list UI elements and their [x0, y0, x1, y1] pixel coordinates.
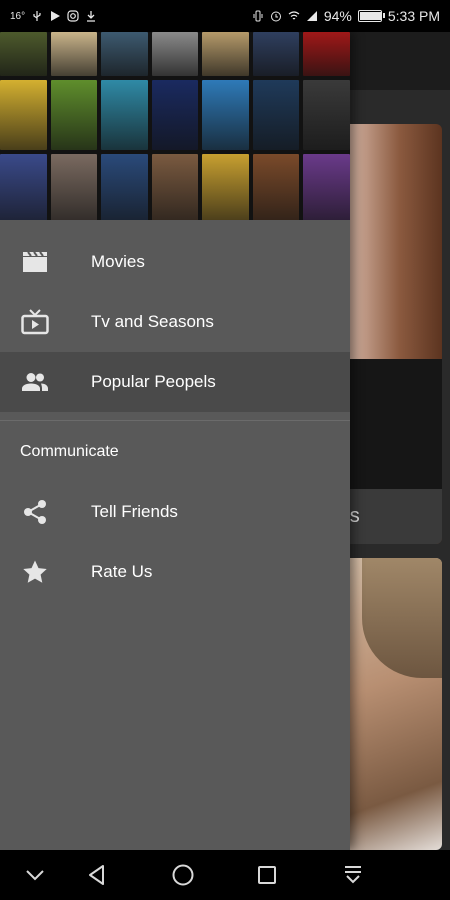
share-icon	[21, 498, 49, 526]
people-icon	[21, 368, 49, 396]
menu-item-rate-us[interactable]: Rate Us	[0, 542, 350, 602]
movie-clapper-icon	[21, 248, 49, 276]
movie-poster-thumbnail	[0, 32, 47, 76]
movie-poster-thumbnail	[50, 32, 98, 76]
movie-poster-thumbnail	[303, 154, 350, 220]
person-photo-detail	[362, 558, 442, 678]
menu-item-movies[interactable]: Movies	[0, 232, 350, 292]
menu-label: Rate Us	[91, 562, 153, 581]
instagram-icon	[67, 10, 79, 22]
alarm-icon	[270, 11, 281, 22]
drawer-header-posters	[0, 32, 350, 220]
drawer-divider	[0, 420, 350, 421]
movie-poster-thumbnail	[202, 154, 249, 220]
usb-icon	[33, 11, 41, 21]
movie-poster-thumbnail	[50, 80, 98, 150]
battery-fill	[359, 12, 381, 20]
movie-poster-thumbnail	[101, 32, 148, 76]
section-title-communicate: Communicate	[20, 443, 119, 460]
wifi-icon	[288, 11, 300, 20]
movie-poster-thumbnail	[252, 32, 300, 76]
movie-poster-thumbnail	[151, 154, 199, 220]
movie-poster-thumbnail	[252, 80, 300, 150]
status-right: 94% 5:33 PM	[252, 8, 440, 24]
movie-poster-thumbnail	[101, 80, 148, 150]
status-bar: 16° 94% 5:33 PM	[0, 0, 450, 32]
navigation-drawer: Movies Tv and Seasons Popular Peopels Co…	[0, 32, 350, 850]
back-icon[interactable]	[84, 862, 110, 888]
star-icon	[21, 558, 49, 586]
menu-label: Popular Peopels	[91, 372, 216, 391]
menu-label: Movies	[91, 252, 145, 271]
movie-poster-thumbnail	[0, 154, 47, 220]
movie-poster-thumbnail	[151, 32, 199, 76]
battery-icon	[357, 10, 385, 22]
battery-percent: 94%	[323, 8, 352, 24]
status-left: 16°	[10, 10, 97, 22]
menu-item-popular-people[interactable]: Popular Peopels	[0, 352, 350, 412]
recents-icon[interactable]	[254, 862, 280, 888]
movie-poster-thumbnail	[101, 154, 148, 220]
download-icon	[87, 11, 96, 22]
movie-poster-thumbnail	[202, 32, 249, 76]
play-icon	[51, 11, 61, 21]
movie-poster-thumbnail	[252, 154, 300, 220]
menu-item-tell-friends[interactable]: Tell Friends	[0, 482, 350, 542]
menu-label: Tell Friends	[91, 502, 178, 521]
system-nav-bar	[0, 850, 450, 900]
temperature-text: 16°	[10, 10, 26, 22]
movie-poster-thumbnail	[151, 80, 199, 150]
movie-poster-thumbnail	[50, 154, 98, 220]
notification-pull-icon[interactable]	[340, 862, 366, 888]
signal-icon	[306, 11, 317, 21]
movie-poster-thumbnail	[303, 80, 350, 150]
movie-poster-thumbnail	[303, 32, 350, 76]
chevron-down-icon[interactable]	[22, 862, 48, 888]
tv-icon	[21, 308, 49, 336]
vibrate-icon	[253, 10, 263, 22]
home-icon[interactable]	[170, 862, 196, 888]
clock-time: 5:33 PM	[387, 8, 440, 24]
menu-label: Tv and Seasons	[91, 312, 214, 331]
movie-poster-thumbnail	[0, 80, 47, 150]
menu-item-tv-and-seasons[interactable]: Tv and Seasons	[0, 292, 350, 352]
movie-poster-thumbnail	[202, 80, 249, 150]
